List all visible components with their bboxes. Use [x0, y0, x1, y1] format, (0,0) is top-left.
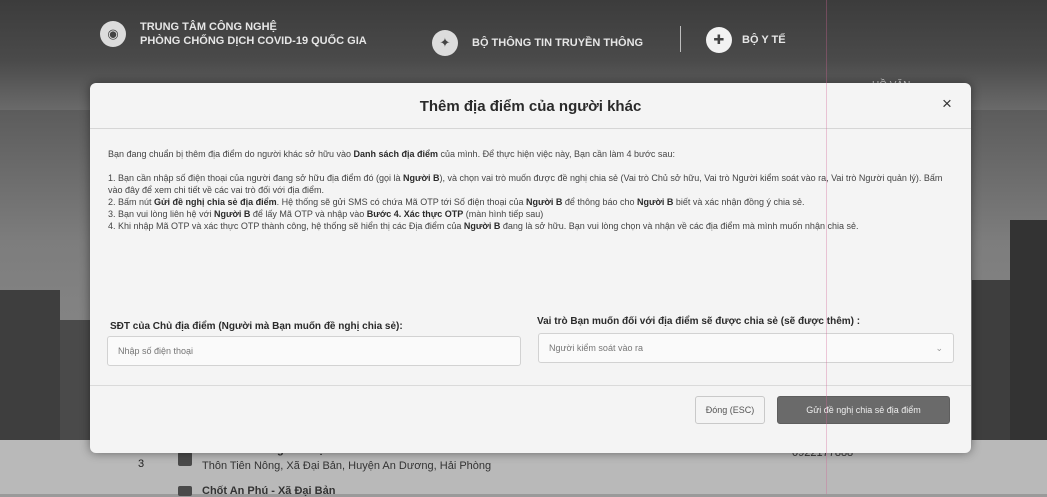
- close-button[interactable]: Đóng (ESC): [695, 396, 765, 424]
- step-text-bold: Người B: [463, 221, 501, 231]
- step-text: để lấy Mã OTP và nhập vào: [250, 209, 367, 219]
- step-text: 1. Bạn cần nhập số điện thoại của người …: [108, 173, 404, 183]
- step-2: 2. Bấm nút Gửi đề nghị chia sẻ địa điểm.…: [108, 196, 956, 208]
- add-location-dialog: Thêm địa điểm của người khác × Bạn đang …: [90, 83, 971, 453]
- intro-text-bold: Danh sách địa điểm: [353, 149, 439, 159]
- step-text: đang là sở hữu. Bạn vui lòng chọn và nhậ…: [500, 221, 859, 231]
- brand-ministry-info[interactable]: ✦ BỘ THÔNG TIN TRUYỀN THÔNG: [432, 30, 643, 56]
- location-icon: [178, 486, 192, 496]
- row-title[interactable]: Chốt An Phú - Xã Đại Bản: [202, 485, 335, 497]
- brand-covid-center[interactable]: ◉ TRUNG TÂM CÔNG NGHỆ PHÒNG CHỐNG DỊCH C…: [100, 20, 367, 48]
- brand1-line1: TRUNG TÂM CÔNG NGHỆ: [140, 21, 277, 33]
- step-1: 1. Bạn cần nhập số điện thoại của người …: [108, 172, 956, 196]
- step-text-bold: Người B: [213, 209, 251, 219]
- steps-list: 1. Bạn cần nhập số điện thoại của người …: [108, 172, 956, 232]
- step-text: (màn hình tiếp sau): [463, 209, 544, 219]
- row-number: 3: [138, 458, 145, 470]
- step-text-bold: Người B: [403, 173, 440, 183]
- step-text: để thông báo cho: [562, 197, 637, 207]
- building: [1010, 220, 1047, 440]
- dialog-instructions: Bạn đang chuẩn bị thêm địa điểm do người…: [108, 148, 956, 232]
- step-text-bold: Người B: [526, 197, 563, 207]
- scan-artifact-line: [826, 0, 827, 494]
- brand1-line2: PHÒNG CHỐNG DỊCH COVID-19 QUỐC GIA: [140, 35, 367, 47]
- location-icon: [178, 452, 192, 466]
- ministry-health-logo-icon: ✚: [706, 27, 732, 53]
- row-address: Thôn Tiên Nông, Xã Đại Bản, Huyện An Dươ…: [202, 460, 492, 472]
- send-share-request-button[interactable]: Gửi đề nghị chia sẻ địa điểm: [777, 396, 950, 424]
- dialog-title: Thêm địa điểm của người khác: [419, 98, 642, 115]
- intro-text-part: Bạn đang chuẩn bị thêm địa điểm do người…: [108, 149, 354, 159]
- intro-text-part: của mình. Để thực hiện việc này, Bạn cần…: [438, 149, 675, 159]
- step-text: . Hệ thống sẽ gửi SMS có chứa Mã OTP tới…: [276, 197, 526, 207]
- dialog-footer-divider: [90, 385, 971, 386]
- role-select-value: Người kiểm soát vào ra: [549, 343, 643, 353]
- covid-center-logo-icon: ◉: [100, 21, 126, 47]
- header-divider: [680, 26, 681, 52]
- step-text: 3. Bạn vui lòng liên hệ với: [108, 209, 214, 219]
- step-text-bold: Bước 4. Xác thực OTP: [366, 209, 464, 219]
- phone-field-label: SĐT của Chủ địa điểm (Người mà Bạn muốn …: [110, 321, 403, 332]
- brand2-label: BỘ THÔNG TIN TRUYỀN THÔNG: [472, 37, 644, 49]
- role-select[interactable]: Người kiểm soát vào ra ⌄: [538, 333, 954, 363]
- step-text-bold: Người B: [636, 197, 674, 207]
- chevron-down-icon: ⌄: [935, 342, 943, 353]
- brand3-label: BỘ Y TẾ: [742, 34, 786, 46]
- dialog-header: Thêm địa điểm của người khác ×: [90, 83, 971, 129]
- intro-text: Bạn đang chuẩn bị thêm địa điểm do người…: [108, 148, 956, 160]
- ministry-info-logo-icon: ✦: [432, 30, 458, 56]
- step-3: 3. Bạn vui lòng liên hệ với Người B để l…: [108, 208, 956, 220]
- step-text: biết và xác nhận đồng ý chia sẻ.: [673, 197, 805, 207]
- owner-phone-input[interactable]: [107, 336, 521, 366]
- close-icon[interactable]: ×: [942, 95, 952, 112]
- brand-ministry-health[interactable]: ✚ BỘ Y TẾ: [706, 27, 786, 53]
- step-4: 4. Khi nhập Mã OTP và xác thực OTP thành…: [108, 220, 956, 232]
- building: [0, 290, 60, 440]
- step-text: 4. Khi nhập Mã OTP và xác thực OTP thành…: [108, 221, 464, 231]
- role-field-label: Vai trò Bạn muốn đối với địa điểm sẽ đượ…: [537, 316, 861, 327]
- step-text-bold: Gửi đề nghị chia sẻ địa điểm: [154, 197, 277, 207]
- step-text: 2. Bấm nút: [108, 197, 155, 207]
